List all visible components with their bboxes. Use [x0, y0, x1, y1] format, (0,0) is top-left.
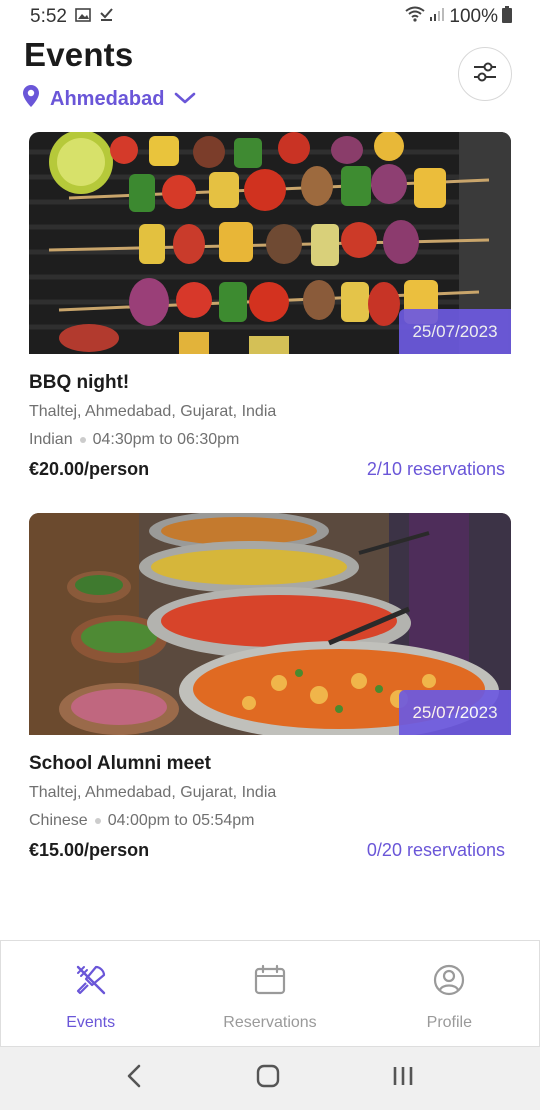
filter-button[interactable] [458, 47, 512, 101]
image-notification-icon [75, 6, 91, 28]
event-card[interactable]: 25/07/2023 BBQ night! Thaltej, Ahmedabad… [29, 132, 511, 480]
bottom-navigation: Events Reservations Profile [0, 940, 540, 1047]
event-date-badge: 25/07/2023 [399, 690, 511, 735]
event-image-curry: 25/07/2023 [29, 513, 511, 735]
event-time: 04:30pm to 06:30pm [92, 431, 240, 448]
nav-reservations[interactable]: Reservations [180, 941, 359, 1046]
event-address: Thaltej, Ahmedabad, Gujarat, India [29, 784, 277, 801]
event-date-badge: 25/07/2023 [399, 309, 511, 354]
event-time: 04:00pm to 05:54pm [107, 812, 255, 829]
recent-apps-icon[interactable] [391, 1065, 415, 1092]
event-meta: Indian 04:30pm to 06:30pm [29, 431, 511, 449]
signal-icon [429, 6, 445, 28]
nav-reservations-label: Reservations [223, 1014, 317, 1031]
system-navigation-bar [0, 1047, 540, 1110]
event-title: School Alumni meet [29, 753, 211, 774]
event-price: €20.00/person [29, 459, 150, 479]
nav-profile[interactable]: Profile [360, 941, 539, 1046]
event-cuisine: Indian [29, 431, 73, 448]
nav-events-label: Events [66, 1014, 116, 1031]
status-bar: 5:52 100% [0, 0, 540, 34]
user-circle-icon [432, 963, 466, 1014]
event-image-bbq: 25/07/2023 [29, 132, 511, 354]
download-done-icon [99, 6, 114, 28]
event-address: Thaltej, Ahmedabad, Gujarat, India [29, 403, 277, 420]
calendar-icon [253, 963, 287, 1014]
event-reservations: 2/10 reservations [366, 459, 505, 479]
event-price: €15.00/person [29, 840, 150, 860]
event-meta: Chinese 04:00pm to 05:54pm [29, 812, 511, 830]
nav-profile-label: Profile [426, 1014, 472, 1031]
location-label: Ahmedabad [50, 87, 165, 110]
nav-events[interactable]: Events [1, 941, 180, 1046]
wifi-icon [405, 6, 426, 28]
battery-icon [502, 5, 512, 29]
fork-knife-icon [74, 963, 108, 1014]
location-pin-icon [22, 84, 40, 114]
separator-dot [79, 437, 86, 443]
status-time: 5:52 [30, 6, 67, 27]
location-selector[interactable]: Ahmedabad [22, 84, 196, 114]
home-icon[interactable] [256, 1064, 280, 1093]
chevron-down-icon [174, 88, 196, 111]
separator-dot [94, 818, 101, 824]
sliders-icon [472, 60, 498, 89]
back-icon[interactable] [125, 1064, 145, 1093]
event-card[interactable]: 25/07/2023 School Alumni meet Thaltej, A… [29, 513, 511, 861]
event-cuisine: Chinese [29, 812, 88, 829]
event-title: BBQ night! [29, 372, 130, 393]
battery-level: 100% [449, 6, 498, 27]
event-reservations: 0/20 reservations [366, 840, 505, 860]
page-title: Events [24, 36, 134, 73]
